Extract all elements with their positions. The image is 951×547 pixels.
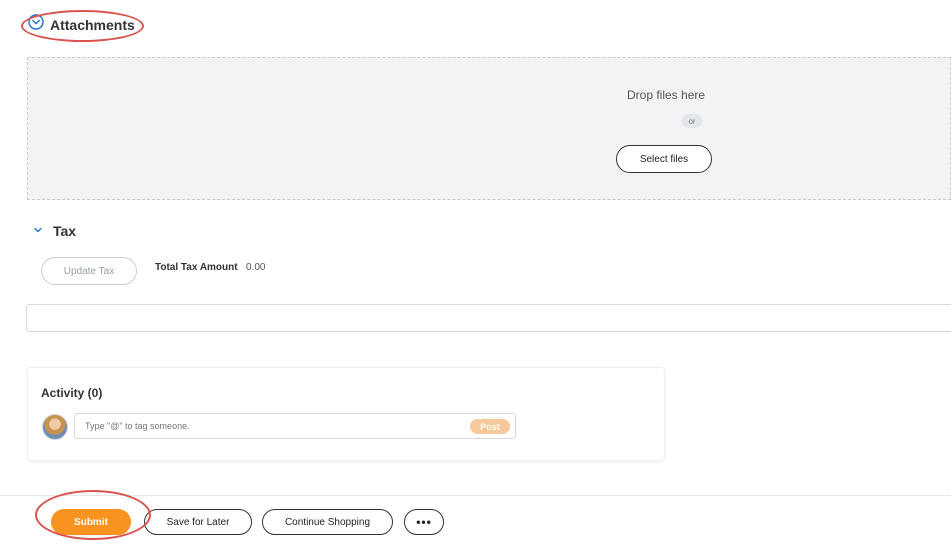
footer-divider: [0, 495, 951, 496]
checkout-page: Attachments Drop files here or Select fi…: [0, 0, 951, 547]
activity-title: Activity (0): [41, 386, 103, 400]
select-files-button[interactable]: Select files: [616, 145, 712, 173]
attachments-title: Attachments: [50, 16, 135, 33]
tax-header[interactable]: Tax: [33, 222, 76, 240]
tax-title: Tax: [53, 223, 77, 239]
submit-button[interactable]: Submit: [51, 509, 131, 535]
save-for-later-button[interactable]: Save for Later: [144, 509, 252, 535]
activity-card: Activity (0) Post: [27, 367, 665, 461]
empty-field[interactable]: [26, 304, 951, 332]
drop-files-label: Drop files here: [627, 88, 706, 102]
or-separator: or: [682, 114, 702, 128]
user-avatar: [42, 414, 68, 440]
total-tax-label: Total Tax Amount: [155, 262, 238, 273]
more-actions-button[interactable]: •••: [404, 509, 444, 535]
continue-shopping-button[interactable]: Continue Shopping: [262, 509, 393, 535]
total-tax-value: 0.00: [246, 262, 266, 273]
file-drop-zone[interactable]: Drop files here or Select files: [27, 57, 951, 200]
comment-box[interactable]: Post: [74, 413, 516, 439]
update-tax-button[interactable]: Update Tax: [41, 257, 137, 285]
chevron-down-icon[interactable]: [33, 222, 43, 240]
post-button[interactable]: Post: [470, 419, 510, 434]
attachments-header[interactable]: Attachments: [28, 14, 135, 35]
chevron-down-circle-icon[interactable]: [28, 14, 44, 35]
comment-input[interactable]: [75, 414, 455, 438]
